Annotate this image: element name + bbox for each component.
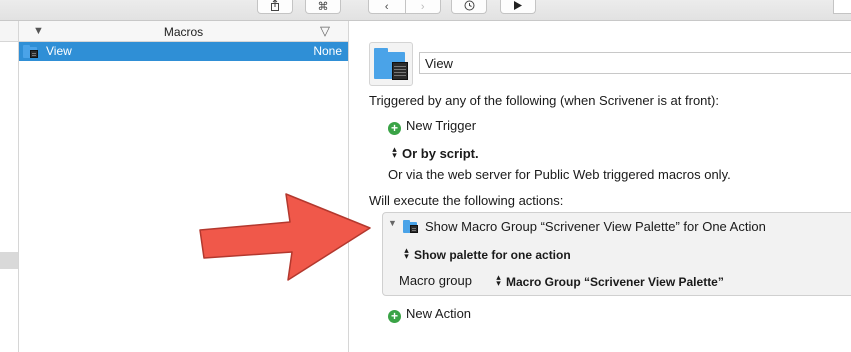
run-button[interactable] <box>500 0 536 14</box>
toolbar: ⌘ ‹ › <box>0 0 851 21</box>
share-icon <box>270 0 280 14</box>
selected-group-row[interactable] <box>0 252 18 269</box>
macro-group-value: Macro Group “Scrivener View Palette” <box>506 275 724 289</box>
back-icon[interactable]: ‹ <box>369 0 405 13</box>
disclosure-triangle-icon[interactable]: ▼ <box>388 218 397 228</box>
macro-list-header: ▼ Macros ▽ <box>19 21 348 42</box>
add-icon: + <box>388 122 401 135</box>
folder-icon <box>374 48 410 82</box>
web-server-note: Or via the web server for Public Web tri… <box>388 167 731 182</box>
add-icon: + <box>388 310 401 323</box>
macro-editor: View Triggered by any of the following (… <box>349 21 851 352</box>
action-mode-label: Show palette for one action <box>414 248 571 262</box>
command-button[interactable]: ⌘ <box>305 0 341 14</box>
macro-icon-well[interactable] <box>369 42 413 86</box>
macro-name-field[interactable]: View <box>419 52 851 74</box>
folder-icon <box>23 45 39 61</box>
macro-name: View <box>46 44 72 58</box>
folder-icon <box>403 220 419 236</box>
updown-chevron-icon: ▴ ▾ <box>404 245 409 261</box>
search-field[interactable] <box>833 0 851 14</box>
annotation-arrow-icon <box>199 193 371 281</box>
macro-groups-column <box>0 21 19 352</box>
will-execute-label: Will execute the following actions: <box>369 193 564 208</box>
new-trigger-label: New Trigger <box>406 118 477 133</box>
action-title: Show Macro Group “Scrivener View Palette… <box>425 219 766 234</box>
triggered-by-label: Triggered by any of the following (when … <box>369 93 719 108</box>
history-icon <box>464 0 475 14</box>
macro-trigger-summary: None <box>313 44 342 58</box>
history-button[interactable] <box>451 0 487 14</box>
command-icon: ⌘ <box>317 1 329 13</box>
or-by-script-label: Or by script. <box>402 146 479 161</box>
macro-list-title: Macros <box>163 25 204 39</box>
groups-header <box>0 21 18 42</box>
action-mode-popup[interactable]: ▴ ▾ Show palette for one action <box>402 245 571 263</box>
new-trigger-button[interactable]: + New Trigger <box>388 118 476 135</box>
new-action-label: New Action <box>406 306 472 321</box>
updown-chevron-icon: ▴ ▾ <box>496 272 501 288</box>
share-button[interactable] <box>257 0 293 14</box>
navigation-buttons: ‹ › <box>368 0 441 14</box>
filter-triangle-icon[interactable]: ▽ <box>320 23 330 39</box>
run-icon <box>514 0 522 13</box>
or-by-script-popup[interactable]: ▴ ▾ Or by script. <box>390 144 479 162</box>
macro-group-popup[interactable]: ▴ ▾ Macro Group “Scrivener View Palette” <box>494 272 724 290</box>
forward-icon[interactable]: › <box>404 0 441 13</box>
macro-group-label: Macro group <box>399 273 472 288</box>
action-card: ▼ Show Macro Group “Scrivener View Palet… <box>382 212 851 296</box>
new-action-button[interactable]: + New Action <box>388 306 471 323</box>
macro-row-view[interactable]: View None <box>19 42 348 61</box>
updown-chevron-icon: ▴ ▾ <box>392 144 397 160</box>
